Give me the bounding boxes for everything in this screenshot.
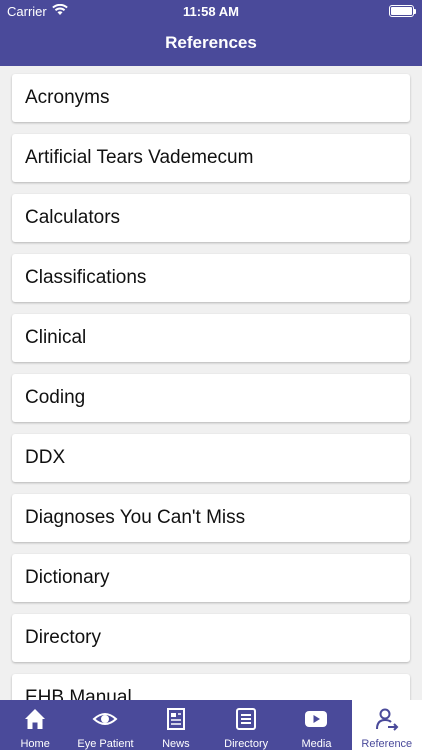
battery-icon xyxy=(389,5,416,17)
list-item-label: Calculators xyxy=(25,207,121,228)
list-item[interactable]: Artificial Tears Vademecum xyxy=(12,134,410,182)
eye-icon xyxy=(92,706,118,738)
list-item-label: Coding xyxy=(25,387,86,408)
list-item[interactable]: Acronyms xyxy=(12,74,410,122)
list-item-label: Dictionary xyxy=(25,567,110,588)
newspaper-icon xyxy=(163,706,189,738)
tab-home[interactable]: Home xyxy=(0,700,70,750)
tab-bar: Home Eye Patient News Directory Media Re… xyxy=(0,700,422,750)
list-icon xyxy=(233,706,259,738)
user-arrow-icon xyxy=(374,706,400,738)
list-item-label: Artificial Tears Vademecum xyxy=(25,147,254,168)
tab-eye-patient[interactable]: Eye Patient xyxy=(70,700,140,750)
play-icon xyxy=(303,706,329,738)
home-icon xyxy=(22,706,48,738)
tab-label: Reference xyxy=(361,738,413,750)
tab-media[interactable]: Media xyxy=(281,700,351,750)
list-item[interactable]: Directory xyxy=(12,614,410,662)
list-item[interactable]: Classifications xyxy=(12,254,410,302)
tab-label: Home xyxy=(20,738,50,750)
list-item[interactable]: Calculators xyxy=(12,194,410,242)
tab-directory[interactable]: Directory xyxy=(211,700,281,750)
list-item-label: Diagnoses You Can't Miss xyxy=(25,507,246,528)
tab-reference[interactable]: Reference xyxy=(351,700,422,750)
list-item-label: Directory xyxy=(25,627,102,648)
tab-news[interactable]: News xyxy=(141,700,211,750)
status-time: 11:58 AM xyxy=(183,4,239,19)
page-title: References xyxy=(165,33,257,52)
status-bar: Carrier 11:58 AM xyxy=(0,0,422,22)
list-item[interactable]: Clinical xyxy=(12,314,410,362)
list-item-label: DDX xyxy=(25,447,66,468)
list-item-label: Acronyms xyxy=(25,87,110,108)
list-item-label: EHB Manual xyxy=(25,687,132,700)
header: Carrier 11:58 AM References xyxy=(0,0,422,66)
list-item[interactable]: EHB Manual xyxy=(12,674,410,700)
tab-label: News xyxy=(162,738,190,750)
list-item[interactable]: Coding xyxy=(12,374,410,422)
tab-label: Media xyxy=(301,738,332,750)
list-item-label: Classifications xyxy=(25,267,147,288)
tab-label: Eye Patient xyxy=(77,738,134,750)
list-item-label: Clinical xyxy=(25,327,87,348)
tab-label: Directory xyxy=(224,738,269,750)
list-item[interactable]: Dictionary xyxy=(12,554,410,602)
list-item[interactable]: Diagnoses You Can't Miss xyxy=(12,494,410,542)
list-item[interactable]: DDX xyxy=(12,434,410,482)
reference-list: Acronyms Artificial Tears Vademecum Calc… xyxy=(0,66,422,700)
